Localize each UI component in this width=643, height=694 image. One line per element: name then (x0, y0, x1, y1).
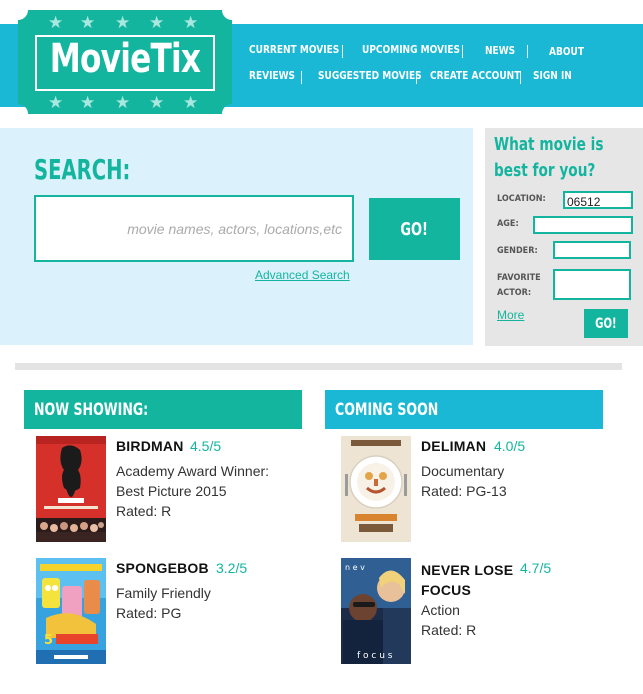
coming-soon-heading-text: COMING SOON (335, 399, 439, 420)
favorite-actor-field[interactable] (555, 271, 629, 298)
svg-text:f o c u s: f o c u s (357, 651, 393, 661)
nav-separator (527, 45, 528, 58)
movie-title-deliman[interactable]: DELIMAN (421, 438, 486, 454)
deliman-poster[interactable] (341, 436, 411, 542)
search-input[interactable] (36, 197, 352, 260)
recommend-title-line-2: best for you? (494, 160, 596, 181)
nav-news[interactable]: NEWS (485, 44, 515, 57)
favorite-actor-label-line-1: FAVORITE (497, 273, 541, 283)
nav-suggested-movies[interactable]: SUGGESTED MOVIES (318, 69, 422, 82)
search-go-button[interactable]: GO! (369, 198, 460, 260)
search-input-box (34, 195, 354, 262)
gender-field-box (553, 241, 631, 259)
coming-soon-heading: COMING SOON (325, 390, 603, 429)
more-link[interactable]: More (497, 308, 524, 322)
nav-separator (342, 45, 343, 58)
movie-description-deliman: Documentary Rated: PG-13 (421, 461, 507, 501)
star-icon: ★ (183, 93, 199, 112)
advanced-search-link[interactable]: Advanced Search (255, 268, 350, 282)
movie-title-line: FOCUS (421, 582, 471, 598)
movie-description-focus: Action Rated: R (421, 600, 476, 640)
recommend-title-line-1: What movie is (494, 134, 604, 155)
movie-title-birdman[interactable]: BIRDMAN (116, 438, 184, 454)
age-field-box (533, 216, 633, 234)
movie-title-focus[interactable]: NEVER LOSE FOCUS (421, 560, 513, 600)
age-label: AGE: (497, 219, 519, 229)
movie-title-line: NEVER LOSE (421, 562, 514, 578)
favorite-actor-label-line-2: ACTOR: (497, 288, 532, 298)
nav-about[interactable]: ABOUT (549, 45, 584, 58)
movie-detail-line: Rated: R (116, 503, 172, 519)
nav-current-movies[interactable]: CURRENT MOVIES (249, 43, 339, 56)
star-icon: ★ (183, 13, 199, 32)
recommend-go-button[interactable]: GO! (584, 309, 628, 338)
nav-separator (301, 71, 302, 84)
movie-rating-birdman: 4.5/5 (190, 438, 222, 454)
movie-title-spongebob[interactable]: SPONGEBOB (116, 560, 209, 576)
nav-separator (462, 45, 463, 58)
star-icon: ★ (80, 93, 96, 112)
location-label: LOCATION: (497, 194, 546, 204)
section-divider (15, 363, 622, 370)
star-icon: ★ (115, 13, 131, 32)
location-field-box (563, 191, 633, 209)
logo[interactable]: ★ ★ ★ ★ ★ ★ ★ ★ ★ ★ MovieTix (18, 10, 232, 114)
page: ★ ★ ★ ★ ★ ★ ★ ★ ★ ★ MovieTix CURRENT MOV… (0, 0, 643, 694)
recommend-go-label: GO! (595, 315, 617, 332)
movie-description-spongebob: Family Friendly Rated: PG (116, 583, 211, 623)
star-icon: ★ (149, 13, 165, 32)
star-icon: ★ (149, 93, 165, 112)
movie-detail-line: Rated: R (421, 622, 477, 638)
movie-detail-line: Family Friendly (116, 585, 211, 601)
nav-reviews[interactable]: REVIEWS (249, 69, 295, 82)
age-field[interactable] (535, 220, 631, 234)
birdman-poster[interactable] (36, 436, 106, 542)
svg-text:n e v: n e v (345, 563, 365, 572)
nav-create-account[interactable]: CREATE ACCOUNT (430, 69, 520, 82)
nav-separator (520, 71, 521, 84)
star-icon: ★ (48, 93, 64, 112)
movie-rating-deliman: 4.0/5 (494, 438, 526, 454)
movie-detail-line: Rated: PG-13 (421, 483, 507, 499)
spongebob-poster[interactable]: 5 (36, 558, 106, 664)
star-icon: ★ (115, 93, 131, 112)
gender-label: GENDER: (497, 246, 538, 256)
star-icon: ★ (80, 13, 96, 32)
search-heading: SEARCH: (34, 153, 131, 186)
focus-poster[interactable]: n e v f o c u s (341, 558, 411, 664)
movie-rating-spongebob: 3.2/5 (216, 560, 248, 576)
movie-detail-line: Action (421, 602, 460, 618)
star-icon: ★ (48, 13, 64, 32)
svg-text:5: 5 (44, 633, 53, 648)
nav-separator (416, 71, 417, 84)
now-showing-heading: NOW SHOWING: (24, 390, 302, 429)
movie-detail-line: Documentary (421, 463, 505, 479)
movie-detail-line: Academy Award Winner: (116, 463, 270, 479)
search-go-label: GO! (400, 218, 429, 240)
now-showing-heading-text: NOW SHOWING: (34, 399, 149, 420)
movie-detail-line: Best Picture 2015 (116, 483, 227, 499)
recommend-title: What movie is best for you? (494, 132, 604, 184)
logo-text: MovieTix (49, 36, 201, 82)
favorite-actor-field-box (553, 269, 631, 300)
movie-detail-line: Rated: PG (116, 605, 182, 621)
main-nav: CURRENT MOVIES UPCOMING MOVIES NEWS ABOU… (240, 40, 640, 96)
location-field[interactable] (565, 195, 631, 209)
gender-field[interactable] (555, 245, 629, 259)
movie-rating-focus: 4.7/5 (520, 560, 552, 576)
nav-upcoming-movies[interactable]: UPCOMING MOVIES (362, 43, 460, 56)
movie-description-birdman: Academy Award Winner: Best Picture 2015 … (116, 461, 269, 521)
nav-sign-in[interactable]: SIGN IN (533, 69, 572, 82)
